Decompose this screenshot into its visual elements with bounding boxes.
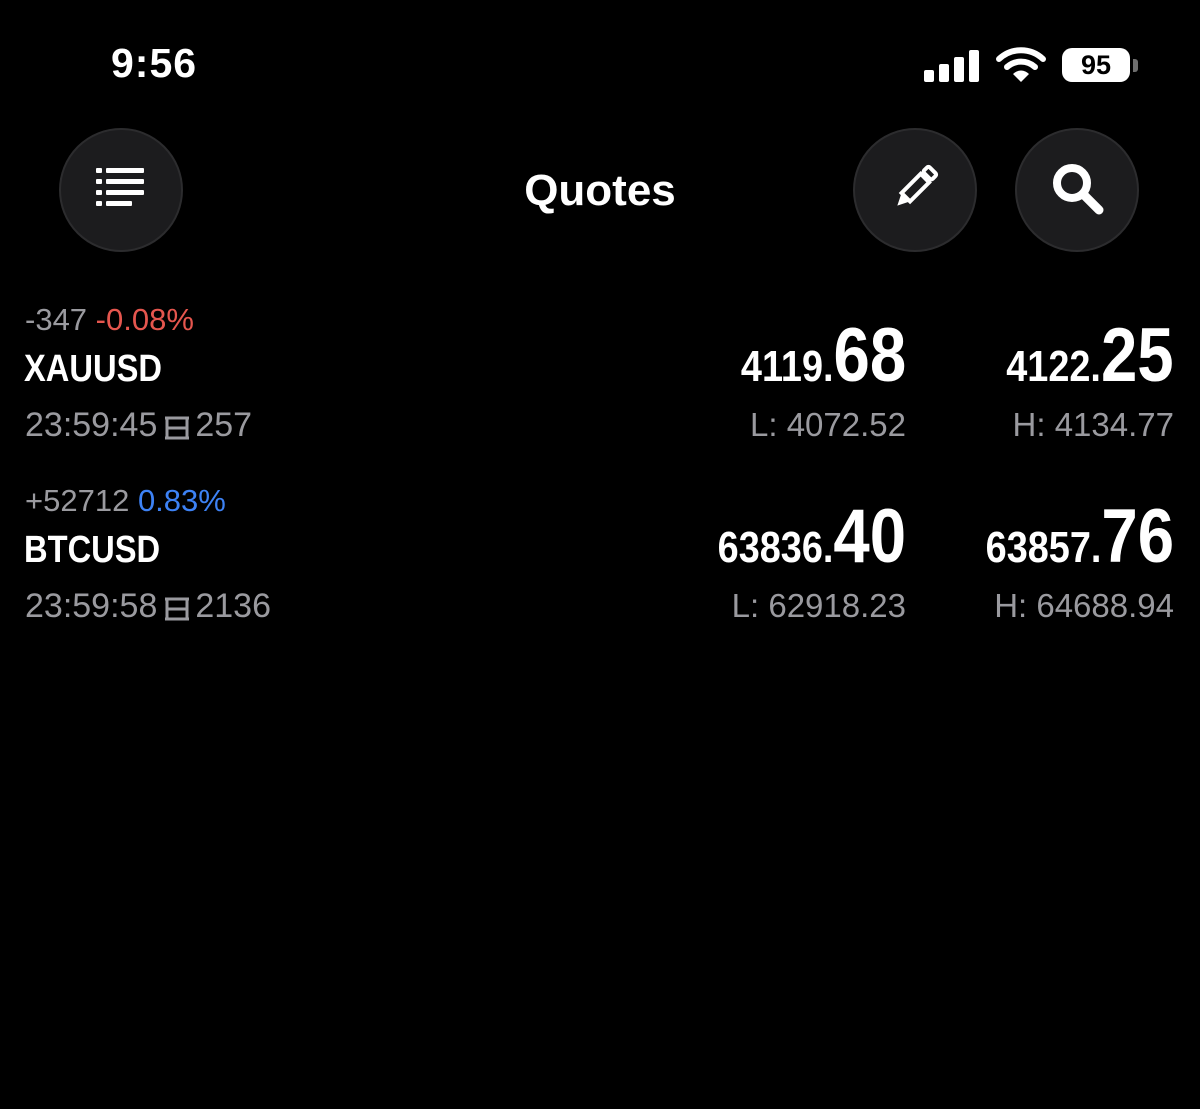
change-percent: 0.83% — [137, 483, 226, 518]
symbol-name: BTCUSD — [24, 529, 161, 571]
battery-indicator: 95 — [1062, 48, 1130, 82]
change-percent: -0.08% — [95, 302, 194, 337]
ask-price: 63857.76 — [986, 493, 1174, 580]
wifi-icon — [996, 46, 1046, 84]
bid-price-pips: 40 — [833, 494, 906, 579]
daily-change: +52712 0.83% — [25, 483, 226, 519]
ask-price-pips: 25 — [1101, 313, 1174, 398]
bid-price: 4119.68 — [741, 312, 906, 399]
spread-icon — [163, 593, 191, 621]
daily-change: -347 -0.08% — [25, 302, 194, 338]
ask-price-main: 4122. — [1006, 342, 1102, 391]
change-points: +52712 — [25, 483, 130, 518]
change-points: -347 — [25, 302, 88, 337]
low-price: L: 4072.52 — [750, 406, 906, 443]
bid-price-main: 4119. — [740, 342, 834, 391]
quote-meta: 23:59:45 257 — [25, 406, 252, 445]
ask-price: 4122.25 — [1007, 312, 1174, 399]
ask-price-main: 63857. — [985, 523, 1102, 572]
bid-price-pips: 68 — [833, 313, 906, 398]
battery-cap — [1133, 59, 1138, 72]
spread-value: 257 — [195, 406, 253, 444]
quote-meta: 23:59:58 2136 — [25, 587, 271, 626]
high-price: H: 4134.77 — [1012, 406, 1174, 443]
spread-icon — [163, 412, 191, 440]
quote-row-xauusd[interactable]: -347 -0.08% XAUUSD 23:59:45 257 4119.68 … — [0, 302, 1200, 462]
bid-price: 63836.40 — [718, 493, 906, 580]
cellular-signal-icon — [924, 50, 980, 82]
quote-row-btcusd[interactable]: +52712 0.83% BTCUSD 23:59:58 2136 63836.… — [0, 483, 1200, 643]
high-price: H: 64688.94 — [994, 587, 1174, 624]
status-time: 9:56 — [111, 40, 198, 86]
page-title: Quotes — [524, 166, 676, 215]
low-price: L: 62918.23 — [731, 587, 906, 624]
spread-value: 2136 — [195, 587, 271, 625]
menu-button[interactable] — [59, 128, 183, 252]
search-button[interactable] — [1015, 128, 1139, 252]
ask-price-pips: 76 — [1101, 494, 1174, 579]
symbol-name: XAUUSD — [24, 348, 163, 390]
search-icon — [1048, 159, 1106, 222]
edit-button[interactable] — [853, 128, 977, 252]
list-icon — [96, 166, 146, 215]
pencil-icon — [888, 161, 942, 220]
quote-time: 23:59:58 — [25, 587, 158, 625]
bid-price-main: 63836. — [717, 523, 834, 572]
quote-time: 23:59:45 — [25, 406, 158, 444]
